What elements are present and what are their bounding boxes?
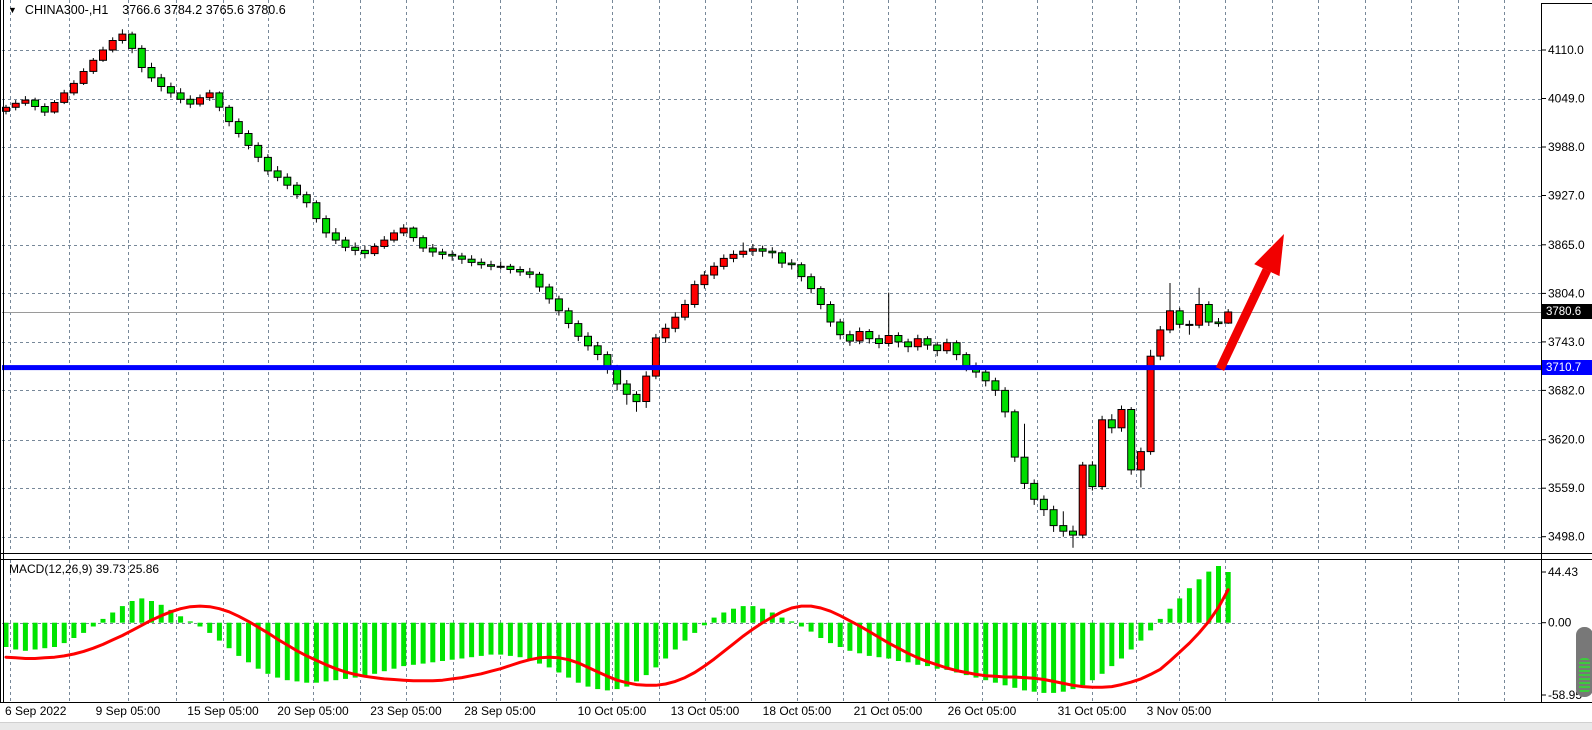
grid-horizontal-lines [2, 51, 1541, 624]
time-axis-label: 9 Sep 05:00 [96, 704, 161, 718]
price-axis-label: 3865.0 [1548, 238, 1585, 252]
chart-title: ▼ CHINA300-,H1 3766.6 3784.2 3765.6 3780… [8, 3, 286, 17]
trend-arrow[interactable] [1220, 234, 1284, 369]
price-axis-label: 3559.0 [1548, 481, 1585, 495]
time-axis[interactable]: 6 Sep 2022 9 Sep 05:00 15 Sep 05:00 20 Sep … [5, 704, 1212, 718]
symbol-dropdown-icon[interactable]: ▼ [8, 5, 17, 15]
price-axis-label: 3498.0 [1548, 530, 1585, 544]
time-axis-label: 26 Oct 05:00 [948, 704, 1017, 718]
scrollbar-thumb[interactable] [1576, 627, 1592, 697]
time-axis-label: 10 Oct 05:00 [578, 704, 647, 718]
price-axis[interactable]: 4110.0 4049.0 3988.0 3927.0 3865.0 3804.0 3743… [1541, 43, 1585, 544]
ohlc-quote-label: 3766.6 3784.2 3765.6 3780.6 [122, 3, 285, 17]
price-axis-label: 3927.0 [1548, 189, 1585, 203]
time-axis-label: 18 Oct 05:00 [763, 704, 832, 718]
time-axis-label: 15 Sep 05:00 [187, 704, 259, 718]
price-axis-label: 4110.0 [1548, 43, 1584, 57]
time-axis-label: 13 Oct 05:00 [671, 704, 740, 718]
price-axis-label: 4049.0 [1548, 92, 1585, 106]
price-axis-label: 3804.0 [1548, 286, 1585, 300]
price-axis-label: 3988.0 [1548, 140, 1585, 154]
macd-indicator-label: MACD(12,26,9) 39.73 25.86 [9, 562, 159, 576]
hline-price-badge: 3710.7 [1542, 360, 1592, 375]
candles-group [3, 29, 1232, 548]
current-price-badge: 3780.6 [1542, 304, 1592, 319]
panel-borders [0, 0, 1592, 703]
time-axis-label: 28 Sep 05:00 [464, 704, 536, 718]
chart-canvas[interactable]: 4110.0 4049.0 3988.0 3927.0 3865.0 3804.0 3743… [0, 0, 1592, 730]
macd-axis-label: 0.00 [1548, 616, 1572, 630]
scrollbar-thumb-stripes [1579, 658, 1590, 693]
time-axis-label: 6 Sep 2022 [5, 704, 67, 718]
time-axis-label: 20 Sep 05:00 [277, 704, 349, 718]
time-axis-label: 3 Nov 05:00 [1147, 704, 1212, 718]
symbol-timeframe-label: CHINA300-,H1 [25, 3, 108, 17]
time-axis-label: 31 Oct 05:00 [1058, 704, 1127, 718]
grid-vertical-lines [11, 0, 1505, 702]
window-bottom-strip [0, 722, 1592, 730]
chart-window: 4110.0 4049.0 3988.0 3927.0 3865.0 3804.0 3743… [0, 0, 1592, 730]
macd-histogram-group [4, 566, 1231, 693]
horizontal-support-line[interactable] [2, 365, 1541, 370]
macd-axis-label: 44.43 [1548, 565, 1578, 579]
price-axis-label: 3620.0 [1548, 433, 1585, 447]
time-axis-label: 23 Sep 05:00 [370, 704, 442, 718]
price-axis-label: 3743.0 [1548, 335, 1585, 349]
time-axis-label: 21 Oct 05:00 [854, 704, 923, 718]
price-axis-label: 3682.0 [1548, 383, 1585, 397]
